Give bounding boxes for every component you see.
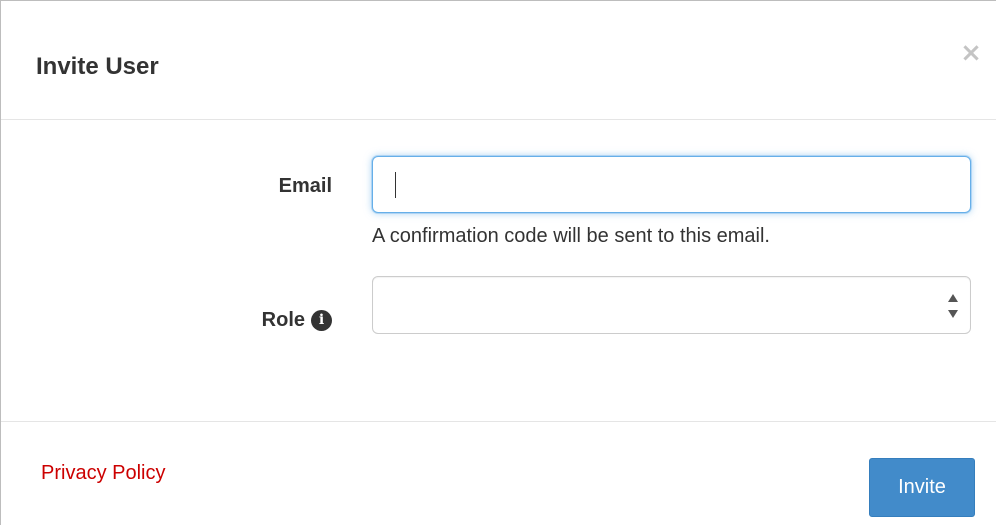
email-label: Email: [278, 175, 332, 197]
modal-title: Invite User: [36, 53, 159, 80]
role-label-text: Role: [261, 309, 305, 331]
invite-button[interactable]: Invite: [869, 458, 975, 517]
modal-body: Email A confirmation code will be sent t…: [1, 121, 996, 421]
role-select[interactable]: [372, 276, 971, 334]
modal-header: Invite User ×: [1, 1, 996, 120]
email-field[interactable]: [372, 156, 971, 213]
arrow-up-icon: [948, 294, 958, 302]
text-caret: [395, 172, 396, 198]
select-arrows-icon: [947, 294, 959, 318]
privacy-policy-link[interactable]: Privacy Policy: [41, 461, 165, 485]
role-label: Role i: [262, 308, 332, 332]
invite-user-modal: Invite User × Email A confirmation code …: [0, 0, 996, 525]
modal-footer: Privacy Policy Invite: [1, 421, 996, 526]
email-help-text: A confirmation code will be sent to this…: [372, 225, 770, 247]
info-icon[interactable]: i: [311, 309, 332, 331]
arrow-down-icon: [948, 310, 958, 318]
close-icon[interactable]: ×: [959, 40, 983, 66]
